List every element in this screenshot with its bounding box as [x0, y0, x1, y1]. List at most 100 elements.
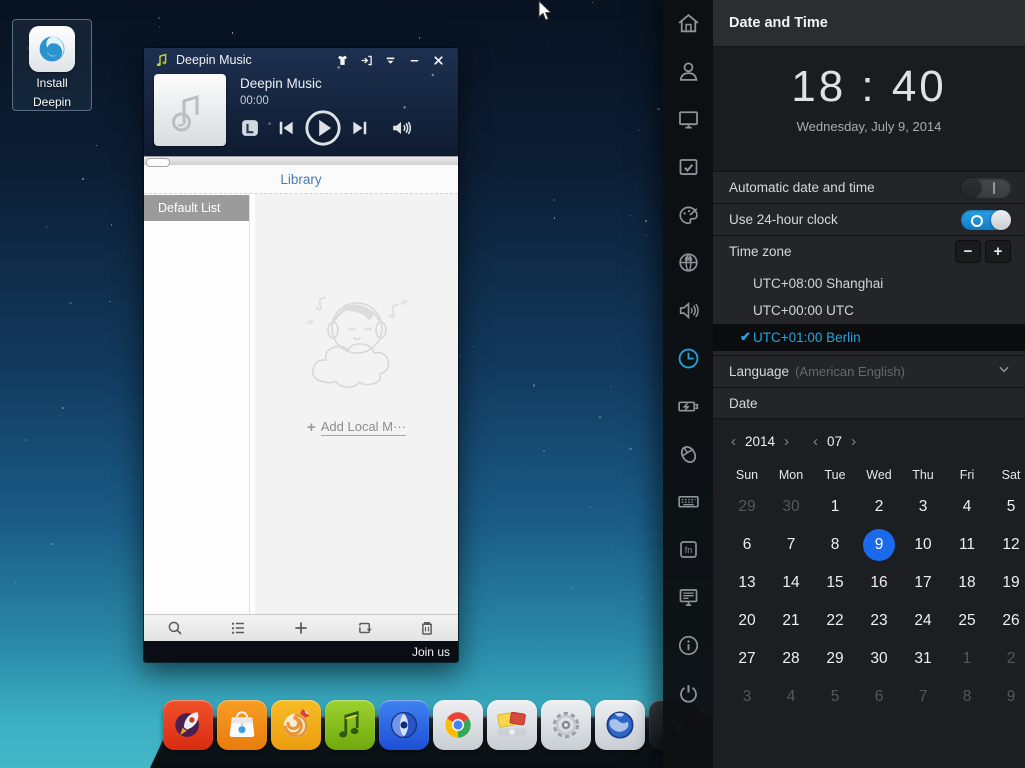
- calendar-day[interactable]: 4: [945, 488, 989, 526]
- calendar-day[interactable]: 25: [945, 602, 989, 640]
- join-us-link[interactable]: Join us: [412, 645, 450, 659]
- dock-item-deepin-movie[interactable]: [379, 700, 429, 750]
- close-icon[interactable]: [426, 51, 450, 69]
- calendar-day[interactable]: 7: [901, 678, 945, 716]
- play-button[interactable]: [304, 109, 342, 147]
- calendar-day[interactable]: 30: [769, 488, 813, 526]
- calendar-day[interactable]: 29: [813, 640, 857, 678]
- dock-item-web-browser[interactable]: [595, 700, 645, 750]
- calendar-day[interactable]: 19: [989, 564, 1025, 602]
- progress-handle[interactable]: [146, 158, 170, 167]
- timezone-add-button[interactable]: +: [985, 240, 1011, 263]
- calendar-day[interactable]: 15: [813, 564, 857, 602]
- month-prev-button[interactable]: ‹: [811, 433, 820, 450]
- minimize-icon[interactable]: [402, 51, 426, 69]
- calendar-day[interactable]: 27: [725, 640, 769, 678]
- dock-item-launcher[interactable]: [163, 700, 213, 750]
- calendar-day[interactable]: 6: [857, 678, 901, 716]
- dock-item-google-chrome[interactable]: [433, 700, 483, 750]
- calendar-day[interactable]: 16: [857, 564, 901, 602]
- dock-item-control-center[interactable]: [541, 700, 591, 750]
- calendar-day[interactable]: 13: [725, 564, 769, 602]
- dock-item-game-center[interactable]: [271, 700, 321, 750]
- calendar-day[interactable]: 23: [857, 602, 901, 640]
- calendar-day[interactable]: 8: [945, 678, 989, 716]
- add-local-music-link[interactable]: + Add Local M···: [307, 419, 406, 436]
- sidebar-mouse-icon[interactable]: [663, 430, 713, 478]
- playlist-icon[interactable]: [229, 619, 247, 637]
- sidebar-system-info-icon[interactable]: [663, 621, 713, 669]
- install-deepin-desktop-icon[interactable]: Install Deepin: [12, 19, 92, 111]
- calendar-day[interactable]: 29: [725, 488, 769, 526]
- progress-bar[interactable]: [144, 156, 458, 165]
- sidebar-power-icon[interactable]: [663, 382, 713, 430]
- sidebar-display-icon[interactable]: [663, 96, 713, 144]
- calendar-day[interactable]: 4: [769, 678, 813, 716]
- previous-button[interactable]: [276, 118, 296, 138]
- calendar-day[interactable]: 2: [989, 640, 1025, 678]
- calendar-day[interactable]: 3: [725, 678, 769, 716]
- calendar-day[interactable]: 21: [769, 602, 813, 640]
- calendar-day[interactable]: 28: [769, 640, 813, 678]
- calendar-day[interactable]: 6: [725, 526, 769, 564]
- month-next-button[interactable]: ›: [849, 433, 858, 450]
- timezone-item[interactable]: UTC+08:00 Shanghai: [713, 270, 1025, 297]
- sidebar-home-icon[interactable]: [663, 0, 713, 48]
- playlist-item-default-list[interactable]: Default List: [144, 195, 249, 221]
- menu-icon[interactable]: [378, 51, 402, 69]
- 24h-clock-toggle[interactable]: [961, 210, 1011, 230]
- sidebar-date-time-icon[interactable]: [663, 335, 713, 383]
- calendar-day[interactable]: 7: [769, 526, 813, 564]
- calendar-day[interactable]: 24: [901, 602, 945, 640]
- calendar-day[interactable]: 11: [945, 526, 989, 564]
- calendar-day[interactable]: 9: [857, 526, 901, 564]
- calendar-day[interactable]: 20: [725, 602, 769, 640]
- sidebar-shutdown-icon[interactable]: [663, 669, 713, 717]
- repeat-icon[interactable]: [355, 619, 373, 637]
- delete-icon[interactable]: [418, 619, 436, 637]
- sidebar-shortcuts-icon[interactable]: fn: [663, 526, 713, 574]
- sidebar-keyboard-icon[interactable]: [663, 478, 713, 526]
- timezone-remove-button[interactable]: −: [955, 240, 981, 263]
- lyrics-button[interactable]: [240, 118, 260, 138]
- language-row[interactable]: Language (American English): [713, 355, 1025, 387]
- sidebar-default-apps-icon[interactable]: [663, 143, 713, 191]
- calendar-day[interactable]: 1: [945, 640, 989, 678]
- calendar-day[interactable]: 5: [813, 678, 857, 716]
- calendar-day[interactable]: 2: [857, 488, 901, 526]
- calendar-day[interactable]: 3: [901, 488, 945, 526]
- calendar-day[interactable]: 18: [945, 564, 989, 602]
- dock-item-app-store[interactable]: [217, 700, 267, 750]
- year-next-button[interactable]: ›: [782, 433, 791, 450]
- volume-button[interactable]: [390, 117, 412, 139]
- dock-item-deepin-music[interactable]: [325, 700, 375, 750]
- calendar-day[interactable]: 31: [901, 640, 945, 678]
- calendar-day[interactable]: 8: [813, 526, 857, 564]
- mini-mode-icon[interactable]: [354, 51, 378, 69]
- calendar-day[interactable]: 5: [989, 488, 1025, 526]
- calendar-day[interactable]: 9: [989, 678, 1025, 716]
- sidebar-personalization-icon[interactable]: [663, 191, 713, 239]
- timezone-item[interactable]: ✔UTC+01:00 Berlin: [713, 324, 1025, 351]
- calendar-day[interactable]: 30: [857, 640, 901, 678]
- calendar-day[interactable]: 26: [989, 602, 1025, 640]
- calendar-day[interactable]: 1: [813, 488, 857, 526]
- year-prev-button[interactable]: ‹: [729, 433, 738, 450]
- chevron-down-icon[interactable]: [997, 362, 1011, 381]
- calendar-day[interactable]: 22: [813, 602, 857, 640]
- calendar-day[interactable]: 10: [901, 526, 945, 564]
- sidebar-sound-icon[interactable]: [663, 287, 713, 335]
- timezone-item[interactable]: UTC+00:00 UTC: [713, 297, 1025, 324]
- calendar-day[interactable]: 12: [989, 526, 1025, 564]
- next-button[interactable]: [350, 118, 370, 138]
- sidebar-accounts-icon[interactable]: [663, 48, 713, 96]
- auto-datetime-toggle[interactable]: [961, 178, 1011, 198]
- dock-item-deepin-notes[interactable]: [487, 700, 537, 750]
- sidebar-boot-icon[interactable]: [663, 574, 713, 622]
- sidebar-network-icon[interactable]: [663, 239, 713, 287]
- search-icon[interactable]: [166, 619, 184, 637]
- music-titlebar[interactable]: Deepin Music: [144, 48, 458, 72]
- calendar-day[interactable]: 14: [769, 564, 813, 602]
- skin-icon[interactable]: [330, 51, 354, 69]
- calendar-day[interactable]: 17: [901, 564, 945, 602]
